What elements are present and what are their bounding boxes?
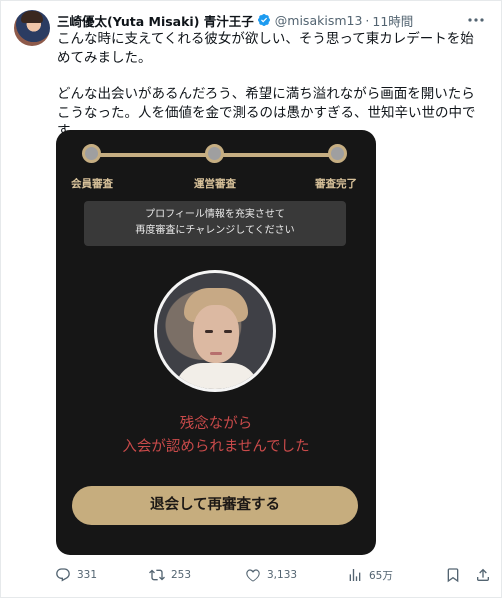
bookmark-icon[interactable] [445,567,461,583]
retweet-count: 253 [171,569,192,581]
profile-photo [154,270,276,392]
action-bar: 331 253 3,133 65万 [55,567,489,583]
like-count: 3,133 [267,569,298,581]
like-button[interactable]: 3,133 [245,567,297,583]
notice-box: プロフィール情報を充実させて 再度審査にチャレンジしてください [84,201,346,246]
tweet-media-image[interactable]: 会員審査 運営審査 審査完了 プロフィール情報を充実させて 再度審査にチャレンジ… [56,130,376,555]
separator-dot: · [365,12,370,28]
reply-button[interactable]: 331 [55,567,97,583]
views-count: 65万 [369,569,393,582]
tweet-text-paragraph: こんな時に支えてくれる彼女が欲しい、そう思って東カレデートを始めてみました。 [57,31,474,66]
reply-count: 331 [77,569,98,581]
rejection-message: 残念ながら 入会が認められませんでした [56,413,376,459]
views-button[interactable]: 65万 [347,567,393,583]
tweet-card[interactable]: 三崎優太(Yuta Misaki) 青汁王子 @misakism13 · 11時… [0,0,502,598]
author-name[interactable]: 三崎優太(Yuta Misaki) 青汁王子 [57,11,254,30]
verified-badge-icon [257,14,270,26]
retweet-icon [149,569,165,581]
author-handle[interactable]: @misakism13 [275,13,363,28]
notice-line-2: 再度審査にチャレンジしてください [135,225,295,236]
step-dot-3 [328,144,347,163]
step-dot-2 [205,144,224,163]
retweet-button[interactable]: 253 [149,567,191,583]
like-icon [246,569,260,582]
step-dot-1 [82,144,101,163]
step-label-review-complete: 審査完了 [315,178,357,190]
notice-line-1: プロフィール情報を充実させて [145,209,285,220]
views-icon [349,569,361,581]
tweet-header: 三崎優太(Yuta Misaki) 青汁王子 @misakism13 · 11時… [57,10,469,30]
rejection-line-2: 入会が認められませんでした [122,439,310,455]
withdraw-and-rereview-button[interactable]: 退会して再審査する [72,486,358,525]
step-label-operator-review: 運営審査 [194,178,236,190]
avatar[interactable] [14,10,50,46]
reply-icon [56,568,70,582]
more-icon[interactable] [467,12,485,28]
share-icon[interactable] [475,567,491,583]
tweet-time[interactable]: 11時間 [372,11,413,30]
rejection-line-1: 残念ながら [179,416,253,432]
step-label-member-review: 会員審査 [71,178,113,190]
